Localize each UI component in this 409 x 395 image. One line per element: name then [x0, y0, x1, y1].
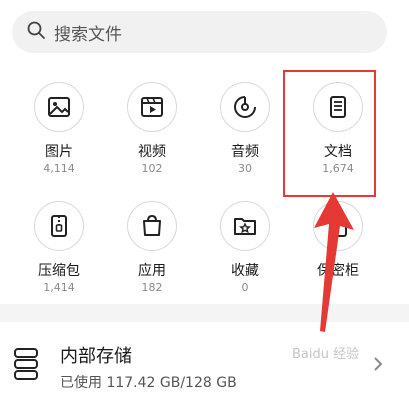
archive-icon: [34, 201, 84, 251]
video-icon: [127, 82, 177, 132]
favorite-icon: [220, 201, 270, 251]
storage-icon: [14, 348, 38, 380]
category-label: 图片: [45, 144, 73, 160]
category-count: 182: [141, 281, 163, 294]
search-bar[interactable]: 搜索文件: [12, 11, 387, 53]
category-count: 1,414: [43, 281, 75, 294]
category-count: 1,674: [322, 162, 354, 175]
search-input[interactable]: 搜索文件: [54, 20, 122, 45]
category-archives[interactable]: 压缩包 1,414: [23, 201, 95, 295]
safe-icon: [313, 201, 363, 251]
category-label: 保密柜: [317, 263, 359, 279]
category-videos[interactable]: 视频 102: [116, 82, 188, 176]
storage-usage: 已使用 117.42 GB/128 GB: [60, 375, 237, 391]
category-apps[interactable]: 应用 182: [116, 201, 188, 295]
category-count: 30: [238, 162, 252, 175]
category-label: 应用: [138, 263, 166, 279]
search-icon: [26, 20, 46, 44]
category-label: 收藏: [231, 263, 259, 279]
category-safe[interactable]: 保密柜: [302, 201, 374, 281]
section-divider: [0, 304, 409, 322]
document-icon: [313, 82, 363, 132]
app-icon: [127, 201, 177, 251]
category-audio[interactable]: 音频 30: [209, 82, 281, 176]
watermark: Baidu 经验: [292, 347, 360, 362]
category-label: 音频: [231, 144, 259, 160]
category-label: 视频: [138, 144, 166, 160]
category-documents[interactable]: 文档 1,674: [302, 82, 374, 176]
category-label: 文档: [324, 144, 352, 160]
category-count: 0: [241, 281, 249, 294]
category-count: 4,114: [43, 162, 75, 175]
chevron-right-icon: [372, 356, 384, 372]
audio-icon: [220, 82, 270, 132]
image-icon: [34, 82, 84, 132]
category-images[interactable]: 图片 4,114: [23, 82, 95, 176]
category-favorites[interactable]: 收藏 0: [209, 201, 281, 295]
category-count: 102: [141, 162, 163, 175]
storage-title: 内部存储: [60, 346, 132, 367]
category-label: 压缩包: [38, 263, 80, 279]
